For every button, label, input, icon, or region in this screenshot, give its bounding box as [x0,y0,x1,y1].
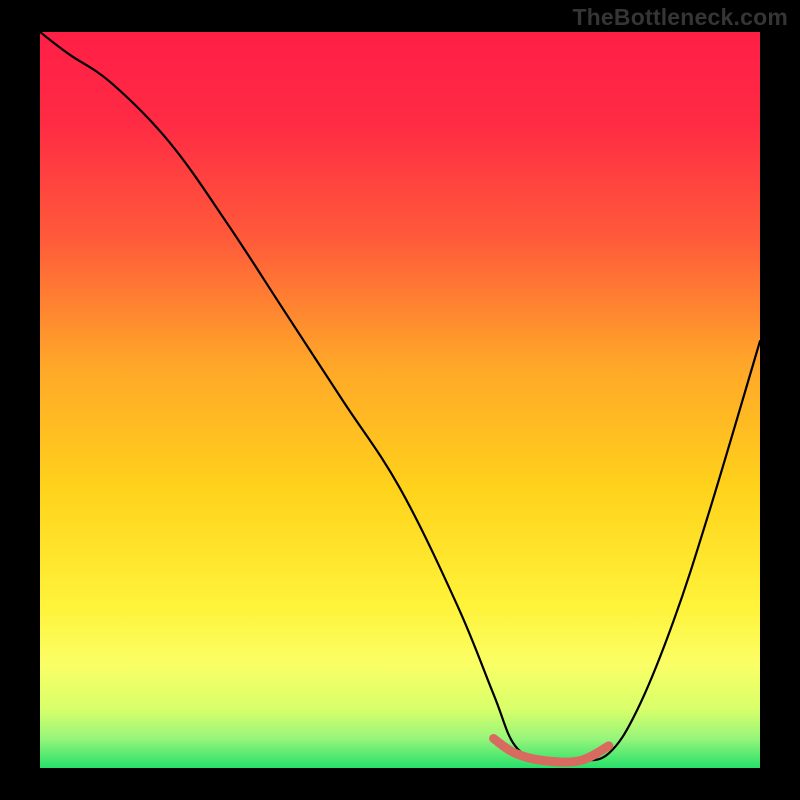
optimal-range-highlight [40,32,760,768]
chart-frame: TheBottleneck.com [0,0,800,800]
watermark-text: TheBottleneck.com [572,4,788,31]
plot-area [40,32,760,768]
